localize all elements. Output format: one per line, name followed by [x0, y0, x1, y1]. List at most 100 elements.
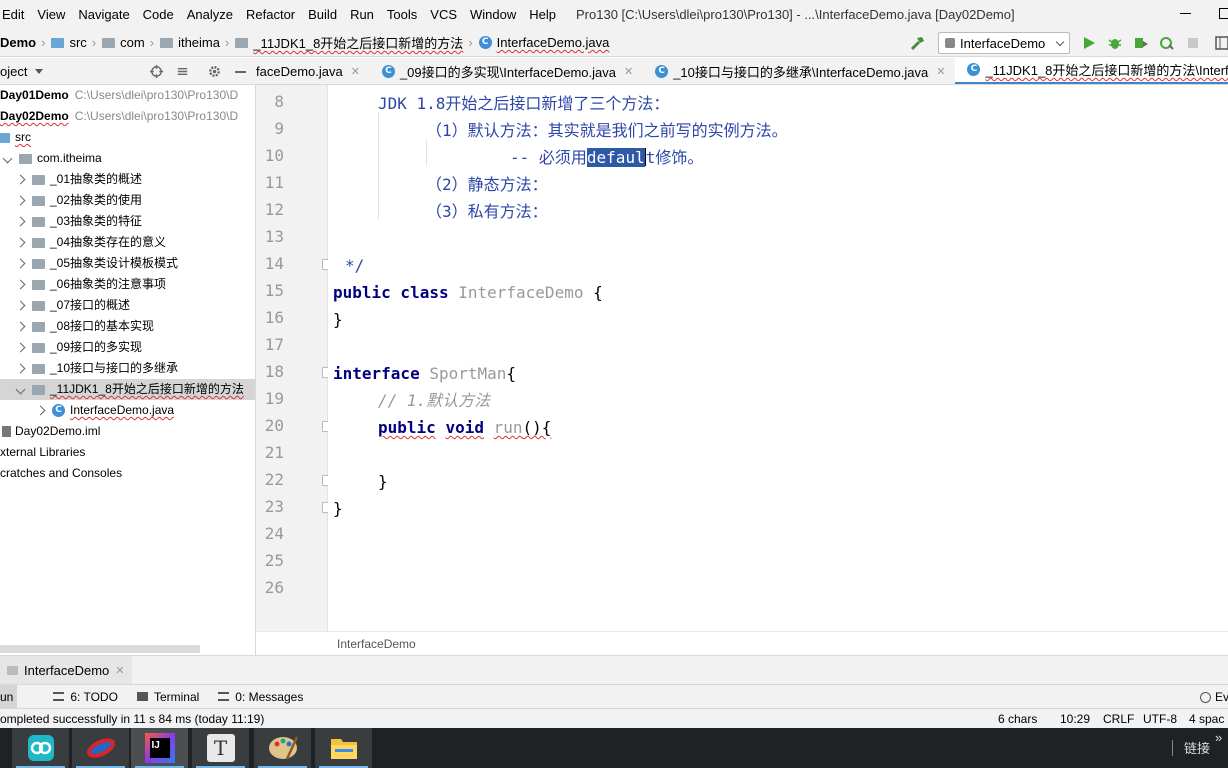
chevron-down-icon[interactable]	[2, 153, 13, 164]
project-structure-icon[interactable]	[1214, 35, 1228, 51]
taskbar-app-intellij[interactable]: IJ	[131, 728, 188, 768]
close-icon[interactable]: ✕	[936, 65, 945, 78]
collapse-all-icon[interactable]	[175, 64, 190, 79]
dropdown-arrow-icon[interactable]	[35, 68, 44, 74]
run-icon[interactable]	[1081, 35, 1097, 51]
status-message[interactable]: ompleted successfully in 11 s 84 ms (tod…	[0, 709, 264, 729]
tree-package-06[interactable]: _06抽象类的注意事项	[0, 274, 255, 295]
maximize-icon[interactable]	[1219, 8, 1228, 19]
tree-src[interactable]: src	[0, 127, 255, 148]
tree-package-08[interactable]: _08接口的基本实现	[0, 316, 255, 337]
menu-analyze[interactable]: Analyze	[180, 0, 239, 29]
tree-package-07[interactable]: _07接口的概述	[0, 295, 255, 316]
tree-package-01[interactable]: _01抽象类的概述	[0, 169, 255, 190]
chevron-right-icon[interactable]	[15, 342, 26, 353]
tree-package-03[interactable]: _03抽象类的特征	[0, 211, 255, 232]
tree-package-09[interactable]: _09接口的多实现	[0, 337, 255, 358]
run-configuration-select[interactable]: InterfaceDemo	[938, 32, 1070, 54]
build-hammer-icon[interactable]	[910, 35, 926, 51]
menu-vcs[interactable]: VCS	[423, 0, 463, 29]
tree-module-day02[interactable]: Day02Demo C:\Users\dlei\pro130\Pro130\D	[0, 106, 255, 127]
tab-interface-demo-10[interactable]: C _10接口与接口的多继承\InterfaceDemo.java ✕	[643, 58, 955, 84]
chevron-right-icon[interactable]	[15, 363, 26, 374]
code-editor[interactable]: JDK 1.8开始之后接口新增了三个方法： （1）默认方法：其实就是我们之前写的…	[328, 85, 1228, 631]
run-tab-interface-demo[interactable]: InterfaceDemo ✕	[0, 655, 133, 685]
chevron-right-icon[interactable]	[15, 279, 26, 290]
chevron-right-icon[interactable]	[35, 405, 46, 416]
menu-tools[interactable]: Tools	[380, 0, 423, 29]
menu-view[interactable]: View	[30, 0, 71, 29]
profile-icon[interactable]	[1159, 35, 1175, 51]
close-icon[interactable]: ✕	[115, 664, 124, 677]
indent-setting[interactable]: 4 spac	[1189, 709, 1224, 729]
tree-module-day01[interactable]: Day01Demo C:\Users\dlei\pro130\Pro130\D	[0, 85, 255, 106]
editor-breadcrumb[interactable]: InterfaceDemo	[256, 631, 1228, 655]
taskbar-app-explorer[interactable]	[315, 728, 372, 768]
caret-position[interactable]: 10:29	[1060, 709, 1090, 729]
debug-icon[interactable]	[1107, 35, 1123, 51]
menu-refactor[interactable]: Refactor	[239, 0, 301, 29]
chevron-right-icon[interactable]	[15, 321, 26, 332]
menu-build[interactable]: Build	[301, 0, 343, 29]
taskbar-app-paint[interactable]	[254, 728, 311, 768]
taskbar-app-remote[interactable]	[12, 728, 69, 768]
hide-panel-icon[interactable]	[235, 71, 246, 73]
tree-package-11[interactable]: _11JDK1_8开始之后接口新增的方法	[0, 379, 255, 400]
breadcrumb-module[interactable]: Demo	[0, 35, 36, 50]
taskbar-app-typora[interactable]: T	[192, 728, 249, 768]
chevron-down-icon[interactable]	[15, 384, 26, 395]
tree-file-interface-demo[interactable]: C InterfaceDemo.java	[0, 400, 255, 421]
tool-window-todo[interactable]: 6: TODO	[53, 690, 118, 704]
breadcrumb-package[interactable]: _11JDK1_8开始之后接口新增的方法	[253, 33, 463, 52]
menu-bar: Edit View Navigate Code Analyze Refactor…	[0, 0, 1228, 29]
menu-navigate[interactable]: Navigate	[71, 0, 135, 29]
tree-external-libraries[interactable]: xternal Libraries	[0, 442, 255, 463]
tab-interface-demo-09[interactable]: C _09接口的多实现\InterfaceDemo.java ✕	[370, 58, 643, 84]
tray-link-label[interactable]: 链接	[1184, 738, 1210, 757]
menu-edit[interactable]: Edit	[0, 0, 30, 29]
taskbar-app-browser[interactable]	[72, 728, 129, 768]
menu-help[interactable]: Help	[522, 0, 562, 29]
tool-window-event-log[interactable]: Ev	[1200, 690, 1228, 704]
tool-window-messages[interactable]: 0: Messages	[218, 690, 303, 704]
chevron-right-icon[interactable]	[15, 216, 26, 227]
breadcrumb-file[interactable]: InterfaceDemo.java	[497, 35, 610, 50]
tree-package-com-itheima[interactable]: com.itheima	[0, 148, 255, 169]
gear-icon[interactable]	[207, 64, 222, 79]
coverage-icon[interactable]	[1133, 35, 1149, 51]
tree-package-05[interactable]: _05抽象类设计模板模式	[0, 253, 255, 274]
line-number-gutter: 8 9 10 11 12 13 14 15 16 17 18 19 20 21 …	[256, 85, 331, 631]
breadcrumb-itheima[interactable]: itheima	[178, 35, 220, 50]
breadcrumb-src[interactable]: src	[69, 35, 86, 50]
horizontal-scrollbar[interactable]	[0, 645, 200, 653]
close-icon[interactable]: ✕	[624, 65, 633, 78]
tree-package-10[interactable]: _10接口与接口的多继承	[0, 358, 255, 379]
tab-interface-demo-11[interactable]: C _11JDK1_8开始之后接口新增的方法\InterfaceDemo.ja	[955, 58, 1228, 84]
close-icon[interactable]: ✕	[351, 65, 360, 78]
line-separator[interactable]: CRLF	[1103, 709, 1134, 729]
chevron-right-icon[interactable]	[15, 237, 26, 248]
locate-target-icon[interactable]	[149, 64, 164, 79]
chevron-right-icon[interactable]	[15, 300, 26, 311]
chevron-right-icon[interactable]	[15, 258, 26, 269]
breadcrumb-com[interactable]: com	[120, 35, 145, 50]
tray-expand-icon[interactable]: »	[1215, 730, 1222, 745]
menu-run[interactable]: Run	[343, 0, 380, 29]
tree-scratches[interactable]: cratches and Consoles	[0, 463, 255, 484]
tool-window-terminal[interactable]: Terminal	[136, 690, 199, 704]
tree-package-04[interactable]: _04抽象类存在的意义	[0, 232, 255, 253]
stop-icon[interactable]	[1185, 35, 1201, 51]
chevron-right-icon: ›	[468, 35, 473, 50]
project-panel-header: oject	[0, 58, 256, 85]
file-encoding[interactable]: UTF-8	[1143, 709, 1177, 729]
menu-window[interactable]: Window	[463, 0, 522, 29]
chevron-right-icon[interactable]	[15, 195, 26, 206]
tree-package-02[interactable]: _02抽象类的使用	[0, 190, 255, 211]
project-view-selector[interactable]: oject	[0, 64, 27, 79]
minimize-icon[interactable]	[1180, 13, 1191, 14]
chevron-right-icon[interactable]	[15, 174, 26, 185]
menu-code[interactable]: Code	[136, 0, 180, 29]
tree-iml-file[interactable]: Day02Demo.iml	[0, 421, 255, 442]
tool-window-run[interactable]: un	[0, 684, 18, 709]
tab-interface-demo-08[interactable]: faceDemo.java ✕	[256, 58, 370, 84]
